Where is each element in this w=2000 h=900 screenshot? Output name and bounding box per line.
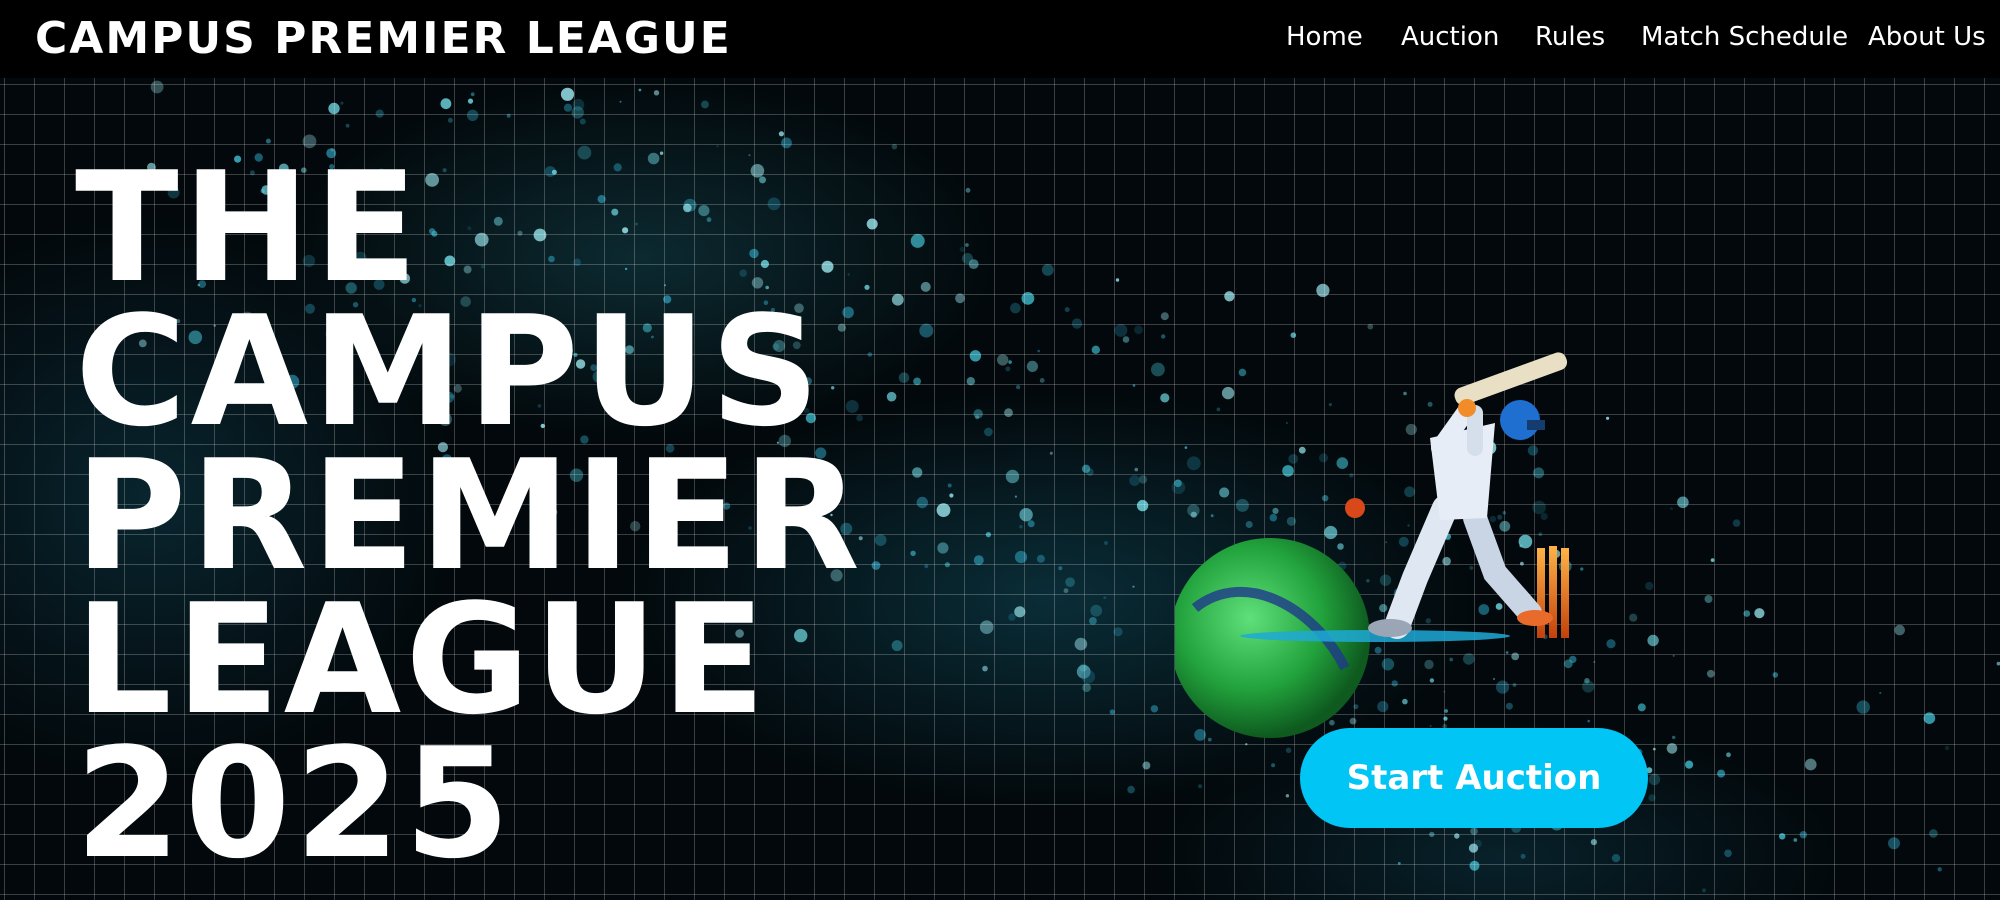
hero-title-line-3: PREMIER <box>75 427 864 604</box>
navbar: CAMPUS PREMIER LEAGUE Home Auction Rules… <box>0 0 2000 78</box>
hero-section: THE CAMPUS PREMIER LEAGUE 2025 Start Auc… <box>0 78 2000 900</box>
start-auction-button[interactable]: Start Auction <box>1300 728 1648 828</box>
nav-link-home[interactable]: Home <box>1286 22 1363 52</box>
nav-link-about-us[interactable]: About Us <box>1868 22 1986 52</box>
hero-title-line-4: LEAGUE <box>75 571 770 748</box>
hero-title-line-5: 2025 <box>75 715 515 892</box>
brand-logo-text[interactable]: CAMPUS PREMIER LEAGUE <box>35 14 732 64</box>
nav-link-match-schedule[interactable]: Match Schedule <box>1641 22 1848 52</box>
hero-title-line-2: CAMPUS <box>75 283 824 460</box>
cricket-batsman-icon <box>1175 352 1569 738</box>
hero-title: THE CAMPUS PREMIER LEAGUE 2025 <box>75 139 864 892</box>
nav-link-rules[interactable]: Rules <box>1535 22 1605 52</box>
nav-link-auction[interactable]: Auction <box>1401 22 1499 52</box>
hero-title-line-1: THE <box>75 139 422 316</box>
